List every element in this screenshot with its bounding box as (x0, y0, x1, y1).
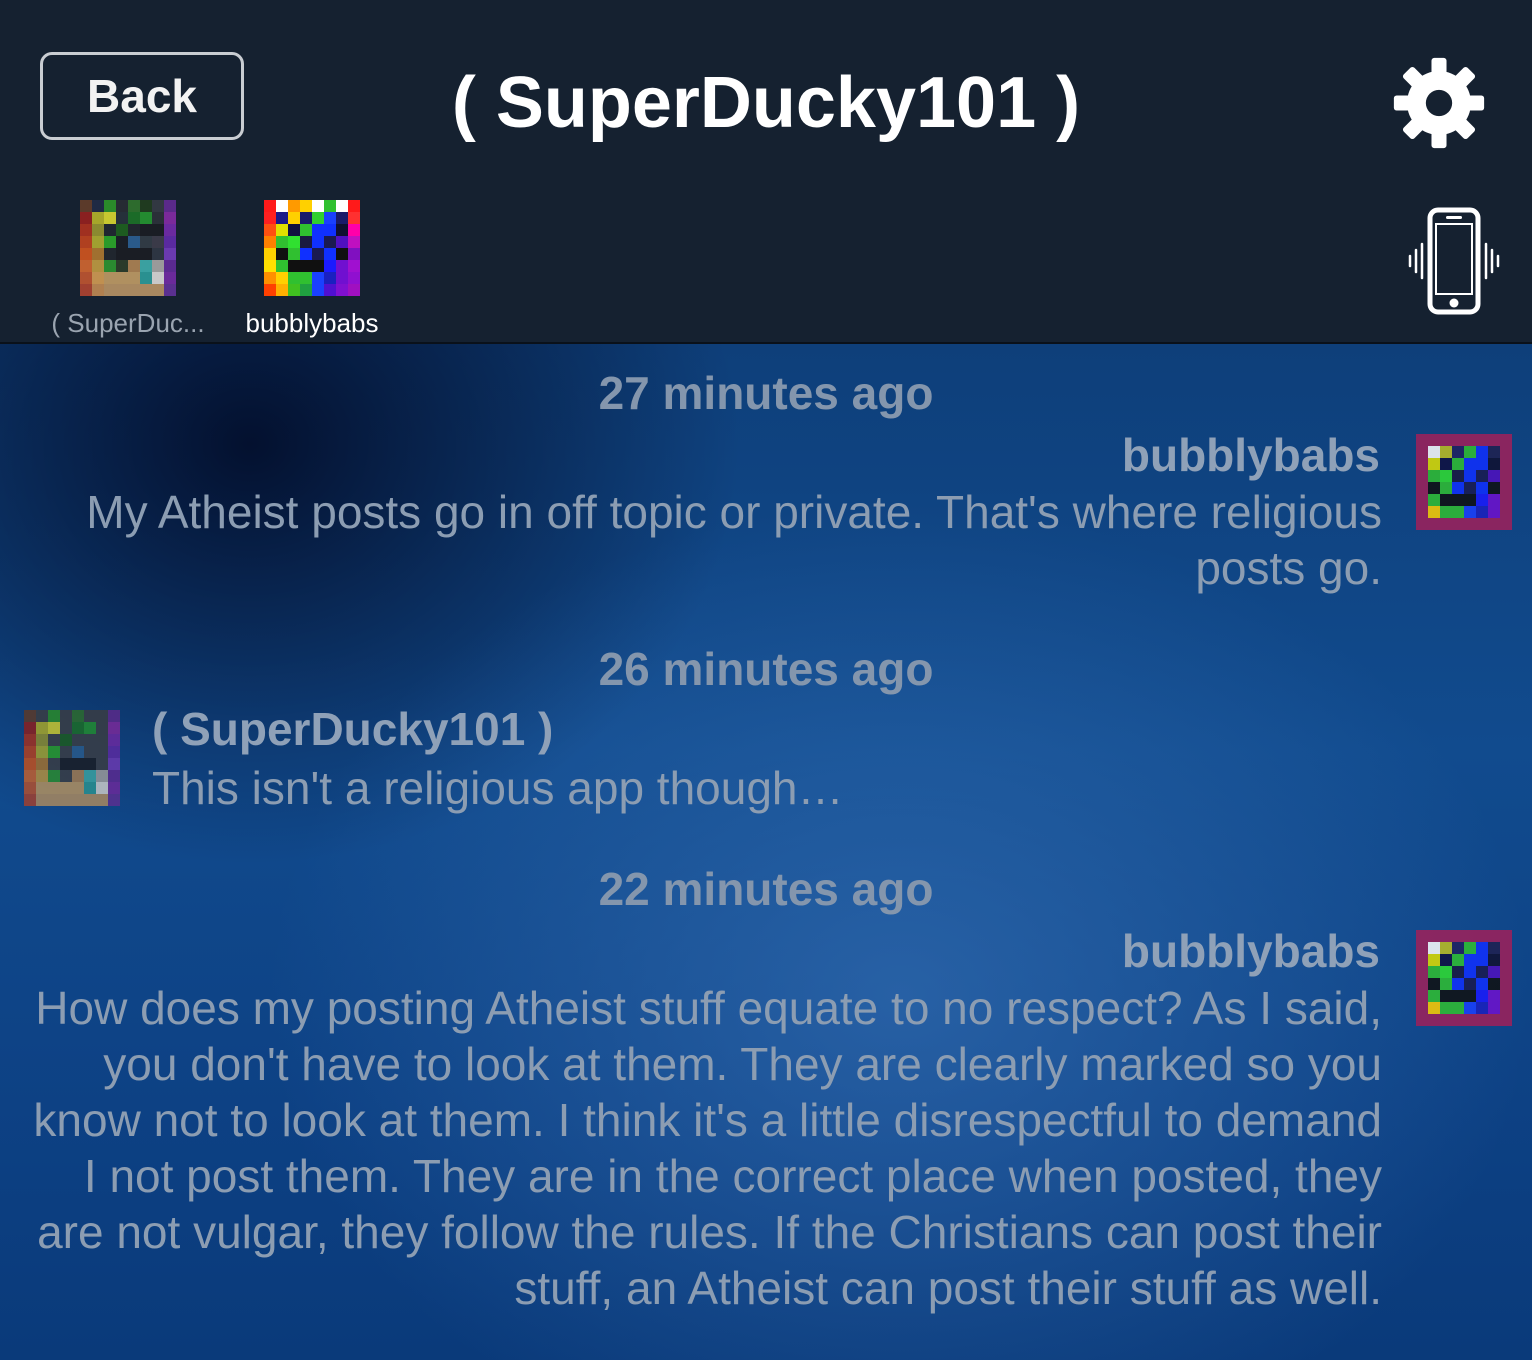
message-text: My Atheist posts go in off topic or priv… (86, 486, 1382, 594)
timestamp: 26 minutes ago (598, 643, 934, 695)
gear-icon[interactable] (1392, 56, 1486, 150)
sender-name: ( SuperDucky101 ) (152, 703, 554, 755)
top-bar: Back ( SuperDucky101 ) (SuperDuc... bub… (0, 0, 1532, 344)
pixel-avatar-superducky (80, 200, 176, 296)
back-button[interactable]: Back (40, 52, 244, 140)
participant-label: bubblybabs (245, 308, 379, 338)
bubblybabs-avatar[interactable] (1416, 434, 1512, 530)
phone-vibrate-icon[interactable] (1408, 206, 1500, 316)
message-text: How does my posting Atheist stuff equate… (33, 982, 1382, 1314)
pixel-avatar-bubblybabs (264, 200, 360, 296)
participant-superducky[interactable]: ( SuperDuc... (51, 200, 205, 338)
timestamp: 22 minutes ago (598, 863, 934, 915)
message-list[interactable]: 27 minutes ago bubblybabs My Atheist pos… (0, 344, 1532, 1360)
conversation-title: ( SuperDucky101 ) (451, 63, 1081, 143)
message-text: This isn't a religious app though… (152, 762, 844, 814)
sender-name: bubblybabs (1121, 925, 1380, 977)
timestamp: 27 minutes ago (598, 367, 934, 419)
sender-name: bubblybabs (1121, 429, 1380, 481)
superducky-avatar[interactable] (24, 710, 120, 806)
participant-label: ( SuperDuc... (51, 308, 205, 338)
bubblybabs-avatar[interactable] (1416, 930, 1512, 1026)
participant-bubblybabs[interactable]: bubblybabs (246, 200, 379, 338)
